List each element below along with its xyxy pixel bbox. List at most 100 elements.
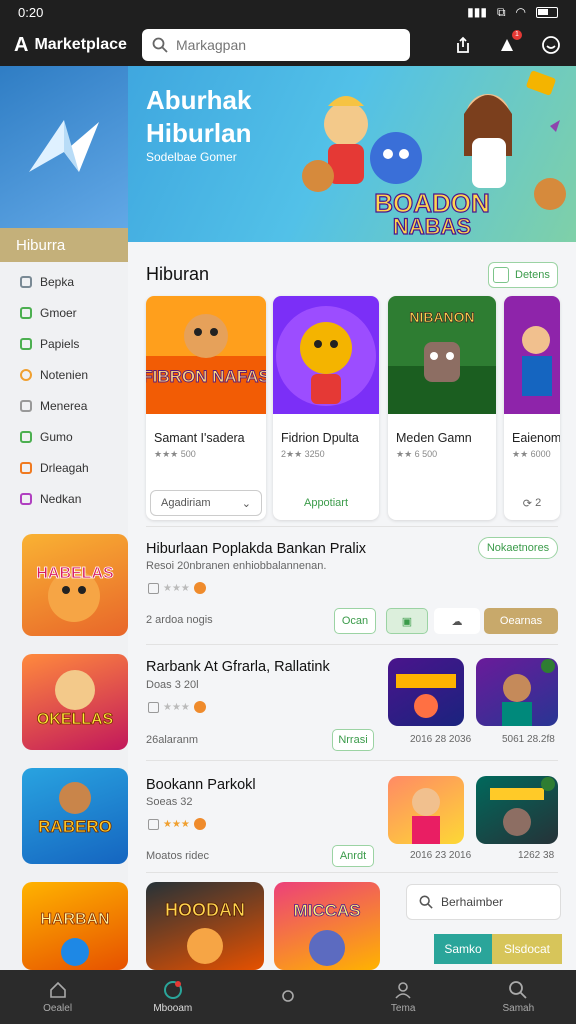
- svg-text:FIBRON NAFAS: FIBRON NAFAS: [146, 367, 266, 386]
- sidebar: Hiburra Bepka Gmoer Papiels Notenien Men…: [0, 66, 128, 970]
- open-button[interactable]: Ocan: [334, 608, 376, 634]
- sidebar-item[interactable]: Gmoer: [0, 297, 128, 328]
- hero-subtitle: Sodelbae Gomer: [146, 150, 237, 164]
- search-bar[interactable]: [142, 29, 410, 61]
- sidebar-item[interactable]: Menerea: [0, 390, 128, 421]
- user-icon: [20, 275, 32, 288]
- sidebar-item[interactable]: Papiels: [0, 328, 128, 359]
- game-card-rating: 2★★ 3250: [281, 449, 325, 459]
- checkbox-icon: [148, 701, 159, 713]
- divider: [146, 644, 558, 645]
- row-thumbnail[interactable]: OKELLAS: [22, 654, 128, 750]
- date-label: 2016 23 2016: [410, 850, 472, 861]
- logo-mark-icon: A: [14, 33, 29, 56]
- wifi-icon: ◠: [515, 5, 526, 19]
- card-action-button[interactable]: ⟳ 2: [508, 490, 556, 516]
- list-item-meta: Moatos ridec: [146, 850, 209, 862]
- sidebar-item[interactable]: Bepka: [0, 266, 128, 297]
- cloud-icon: ☁: [451, 615, 463, 628]
- document-icon: [20, 337, 32, 350]
- sidebar-item[interactable]: Gumo: [0, 421, 128, 452]
- nav-home[interactable]: Oealel: [18, 980, 98, 1014]
- status-pill[interactable]: Nrrasi: [332, 729, 374, 751]
- bookmark-icon: [20, 492, 32, 505]
- game-card-rating: ★★ 6 500: [396, 449, 438, 459]
- date-label: 2016 28 2036: [410, 734, 472, 745]
- svg-text:HOODAN: HOODAN: [165, 900, 245, 920]
- app-logo[interactable]: A Marketplace: [14, 34, 142, 57]
- list-item-subtitle: Resoi 20nbranen enhiobbalannenan.: [146, 560, 327, 572]
- game-card-rating: ★★★ 500: [154, 449, 196, 459]
- save-button[interactable]: ▣: [386, 608, 428, 634]
- person-icon: [395, 982, 411, 999]
- sidebar-item[interactable]: Notenien: [0, 359, 128, 390]
- sidebar-item-active[interactable]: Hiburra: [0, 228, 128, 262]
- sidebar-item[interactable]: Nedkan: [0, 483, 128, 514]
- flame-icon: [20, 461, 32, 474]
- chevron-down-icon: ⌄: [241, 497, 251, 510]
- hero-artwork: BOADON NABAS: [302, 70, 566, 240]
- list-item-meta: 2 ardoa nogis: [146, 614, 213, 626]
- game-thumbnail[interactable]: MICCAS: [274, 882, 380, 970]
- game-thumbnail[interactable]: [388, 776, 464, 844]
- game-card[interactable]: Eaienom ★★ 6000 ⟳ 2: [504, 296, 560, 520]
- game-card-art: FIBRON NAFAS: [146, 296, 266, 414]
- card-action-button[interactable]: Appotiart: [277, 490, 375, 516]
- status-pill[interactable]: Anrdt: [332, 845, 374, 867]
- nav-profile[interactable]: Tema: [363, 980, 443, 1014]
- divider: [146, 526, 558, 527]
- list-item-title[interactable]: Hiburlaan Poplakda Bankan Pralix: [146, 541, 366, 557]
- list-item-title[interactable]: Bookann Parkokl: [146, 777, 256, 793]
- top-actions: 1: [452, 30, 562, 56]
- row-thumbnail[interactable]: HABELAS: [22, 534, 128, 636]
- nav-games[interactable]: Mbooam: [133, 980, 213, 1014]
- svg-text:NIBANON: NIBANON: [409, 309, 474, 325]
- battery-icon: [536, 6, 558, 18]
- game-card-art: [273, 296, 379, 414]
- svg-text:OKELLAS: OKELLAS: [37, 711, 114, 728]
- details-button[interactable]: Detens: [488, 262, 558, 288]
- game-icon: [20, 306, 32, 319]
- status-pill[interactable]: Nokaetnores: [478, 537, 558, 559]
- sidebar-item[interactable]: Drleagah: [0, 452, 128, 483]
- list-item-subtitle: Doas 3 20l: [146, 679, 199, 691]
- svg-text:HARBAN: HARBAN: [40, 911, 109, 928]
- game-card[interactable]: NIBANON Meden Gamn ★★ 6 500: [388, 296, 496, 520]
- list-item-meta: 26alaranm: [146, 734, 198, 746]
- profile-icon[interactable]: [540, 34, 562, 56]
- cloud-button[interactable]: ☁: [434, 608, 480, 634]
- row-thumbnail[interactable]: RABERO: [22, 768, 128, 864]
- game-thumbnail[interactable]: [476, 658, 558, 726]
- list-item-title[interactable]: Rarbank At Gfrarla, Rallatink: [146, 659, 330, 675]
- buy-button[interactable]: Oearnas: [484, 608, 558, 634]
- nav-search[interactable]: Samah: [478, 980, 558, 1014]
- status-bar: 0:20 ▮▮▮ ⧉ ◠: [0, 0, 576, 24]
- nav-center[interactable]: [248, 986, 328, 1009]
- secondary-action-button[interactable]: Slsdocat: [492, 934, 562, 964]
- game-thumbnail[interactable]: [388, 658, 464, 726]
- game-thumbnail[interactable]: HOODAN: [146, 882, 264, 970]
- card-dropdown-button[interactable]: Agadiriam ⌄: [150, 490, 262, 516]
- game-thumbnail[interactable]: [476, 776, 558, 844]
- save-icon: ▣: [401, 615, 413, 628]
- floating-search[interactable]: Berhaimber: [406, 884, 561, 920]
- search-icon: [419, 895, 433, 909]
- status-time: 0:20: [18, 4, 44, 20]
- gamepad-icon: [163, 981, 182, 999]
- row-thumbnail[interactable]: HARBAN: [22, 882, 128, 970]
- rating: ★★★: [148, 582, 206, 594]
- coin-icon: [193, 582, 206, 594]
- app-title: Marketplace: [34, 36, 127, 53]
- notification-badge: 1: [512, 30, 522, 40]
- svg-text:NABAS: NABAS: [393, 214, 471, 239]
- game-card[interactable]: FIBRON NAFAS Samant I'sadera ★★★ 500 Aga…: [146, 296, 266, 520]
- bottom-navigation: Oealel Mbooam Tema Samah: [0, 970, 576, 1024]
- hero-banner[interactable]: Aburhak Hiburlan Sodelbae Gomer BOADON N…: [128, 66, 576, 242]
- share-icon[interactable]: [452, 34, 474, 56]
- checkbox-icon: [148, 582, 159, 594]
- game-card[interactable]: Fidrion Dpulta 2★★ 3250 Appotiart: [273, 296, 379, 520]
- smile-icon: [20, 368, 32, 381]
- notification-icon[interactable]: 1: [496, 30, 522, 56]
- search-input[interactable]: [176, 37, 396, 53]
- primary-action-button[interactable]: Samko: [434, 934, 492, 964]
